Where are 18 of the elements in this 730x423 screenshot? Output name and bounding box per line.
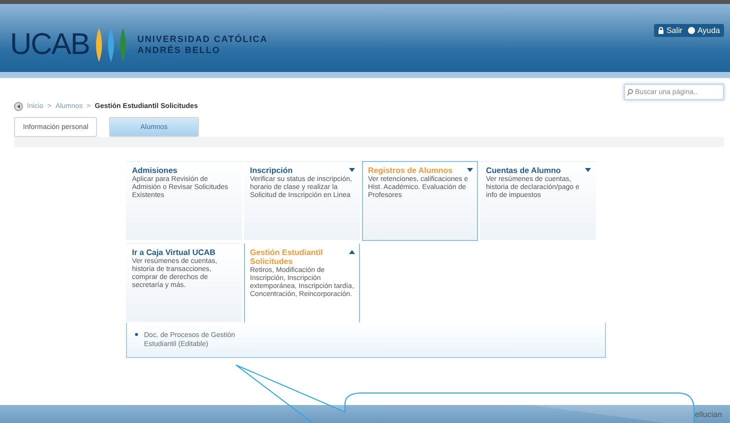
tile-title[interactable]: Admisiones	[132, 166, 228, 175]
tile-title[interactable]: Ir a Caja Virtual UCAB	[132, 248, 228, 257]
tile-title[interactable]: Inscripción	[250, 166, 346, 175]
expand-icon[interactable]	[349, 168, 355, 172]
search-icon	[627, 88, 633, 96]
footer-brand: ellucian	[694, 410, 722, 418]
university-name: UNIVERSIDAD CATÓLICA	[137, 34, 268, 45]
help-button[interactable]: Ayuda	[688, 26, 720, 35]
back-icon[interactable]	[14, 102, 23, 111]
logo-text: UCAB	[10, 28, 90, 62]
collapse-icon[interactable]	[349, 250, 355, 254]
expand-icon[interactable]	[585, 168, 591, 172]
logout-button[interactable]: Salir	[658, 26, 682, 35]
lock-icon	[658, 27, 664, 34]
university-name: ANDRÉS BELLO	[137, 45, 222, 56]
bullet-icon	[135, 333, 138, 336]
expand-icon[interactable]	[467, 168, 473, 172]
tile-title[interactable]: Cuentas de Alumno	[486, 166, 582, 175]
